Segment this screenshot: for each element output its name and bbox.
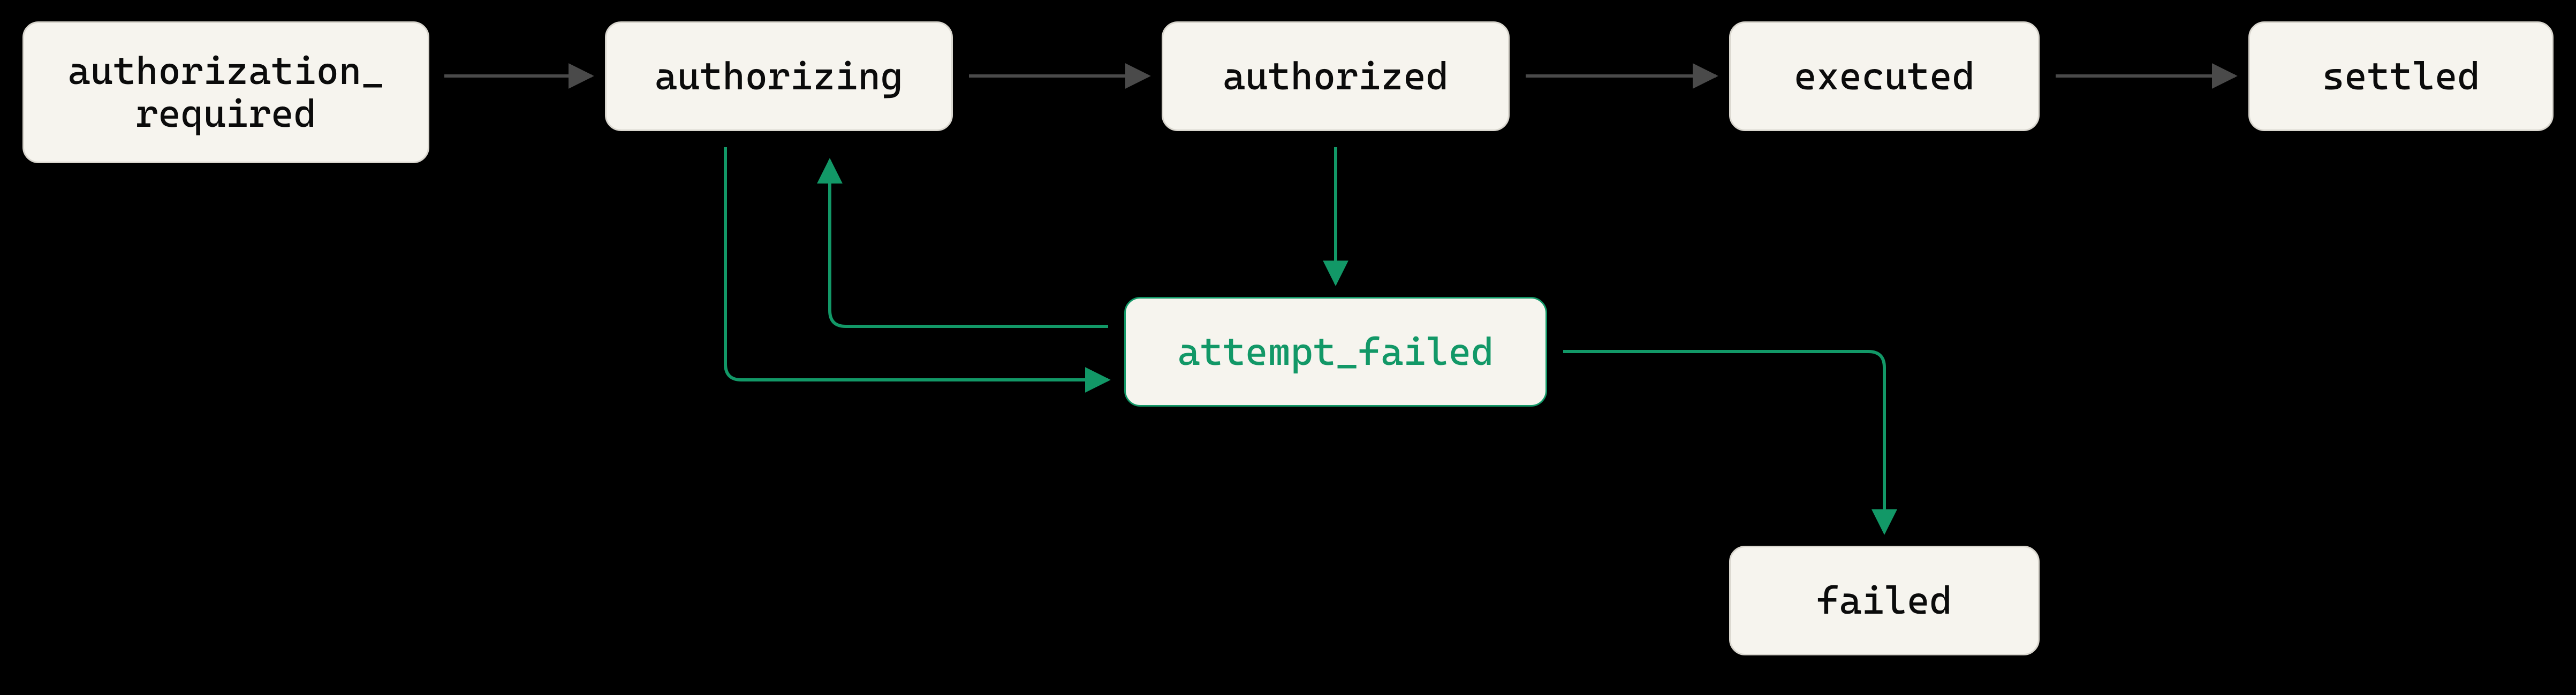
edge-authorizing-to-attemptfailed: [725, 147, 1108, 380]
node-attempt-failed: attempt_failed: [1124, 297, 1547, 407]
node-settled: settled: [2248, 21, 2554, 131]
state-diagram: { "nodes": { "authorization_required": {…: [0, 0, 2576, 695]
node-executed: executed: [1729, 21, 2040, 131]
edge-attemptfailed-to-authorizing: [830, 161, 1108, 326]
node-authorizing: authorizing: [605, 21, 953, 131]
node-authorization-required: authorization_ required: [22, 21, 429, 163]
edge-attemptfailed-to-failed: [1563, 352, 1884, 532]
node-failed: failed: [1729, 546, 2040, 655]
node-authorized: authorized: [1162, 21, 1510, 131]
